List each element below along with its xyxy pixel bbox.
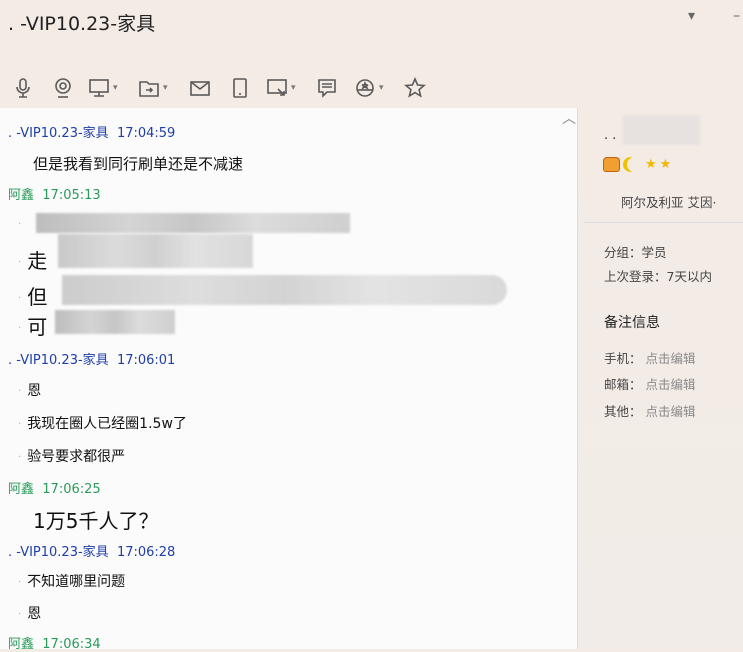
redacted-blur <box>55 310 175 334</box>
level-badges: ★ ★ <box>603 157 671 172</box>
message-header: . -VIP10.23-家具 17:06:28 <box>8 541 175 560</box>
message-bullet: · 我现在圈人已经圈1.5w了 <box>18 416 187 432</box>
edit-phone-link[interactable]: 点击编辑 <box>646 351 696 366</box>
crown-icon <box>603 157 620 172</box>
webcam-icon <box>55 78 71 98</box>
redacted-blur <box>58 234 253 268</box>
sender-name[interactable]: 阿鑫 <box>8 637 34 652</box>
timestamp: 17:06:28 <box>116 545 176 560</box>
app-button[interactable]: ▾ <box>354 76 384 100</box>
redacted-blur <box>62 275 507 305</box>
app-icon <box>356 79 374 97</box>
edit-email-link[interactable]: 点击编辑 <box>646 377 696 392</box>
message-note-icon <box>318 79 336 98</box>
message-text: 1万5千人了？ <box>33 509 159 533</box>
file-transfer-button[interactable]: ▾ <box>138 76 168 100</box>
divider <box>584 222 743 223</box>
collapse-button[interactable]: ︿ <box>562 108 576 128</box>
chevron-down-icon: ▾ <box>163 83 168 93</box>
sender-name[interactable]: . -VIP10.23-家具 <box>8 126 109 141</box>
timestamp: 17:06:25 <box>42 482 101 497</box>
edit-other-link[interactable]: 点击编辑 <box>646 404 696 419</box>
contact-location: 阿尔及利亚 艾因· <box>621 195 717 210</box>
timestamp: 17:06:34 <box>42 637 101 652</box>
star-icon: ★ <box>659 157 672 172</box>
sender-name[interactable]: . -VIP10.23-家具 <box>8 353 109 368</box>
dropdown-button[interactable]: ▾ <box>688 8 695 24</box>
sender-name[interactable]: 阿鑫 <box>8 482 34 497</box>
message-header: . -VIP10.23-家具 17:04:59 <box>8 122 175 141</box>
microphone-icon <box>16 78 30 98</box>
star-icon: ★ <box>645 157 657 172</box>
video-call-button[interactable] <box>52 76 74 100</box>
remote-desktop-button[interactable]: ▾ <box>266 76 296 100</box>
message-bullet: · 验号要求都很严 <box>18 449 126 465</box>
redacted-blur <box>622 115 700 145</box>
message-bullet: · 但 <box>18 285 48 309</box>
group-info: 分组：学员 <box>604 245 667 260</box>
chevron-down-icon: ▾ <box>291 83 296 93</box>
screen-share-icon <box>89 79 109 97</box>
minimize-button[interactable]: – <box>733 8 740 24</box>
mail-icon <box>190 81 210 96</box>
notes-title: 备注信息 <box>604 315 660 331</box>
message-bullet: · 可 <box>18 315 48 339</box>
mail-button[interactable] <box>189 76 211 100</box>
remote-desktop-icon <box>267 79 287 96</box>
message-header: 阿鑫 17:06:25 <box>8 478 101 497</box>
favorite-button[interactable] <box>404 76 426 100</box>
phone-icon <box>233 78 247 98</box>
last-login-info: 上次登录：7天以内 <box>604 269 712 284</box>
redacted-blur <box>36 213 350 233</box>
email-field: 邮箱： 点击编辑 <box>604 377 696 392</box>
message-header: . -VIP10.23-家具 17:06:01 <box>8 349 175 368</box>
other-field: 其他： 点击编辑 <box>604 404 696 419</box>
message-header: 阿鑫 17:05:13 <box>8 184 101 203</box>
window-title: . -VIP10.23-家具 <box>8 13 156 35</box>
timestamp: 17:05:13 <box>42 188 101 203</box>
message-bullet: · 恩 <box>18 383 42 399</box>
message-bullet: · 恩 <box>18 606 42 622</box>
screen-share-button[interactable]: ▾ <box>88 76 118 100</box>
timestamp: 17:04:59 <box>116 126 176 141</box>
sender-name[interactable]: 阿鑫 <box>8 188 34 203</box>
message-bullet: · 不知道哪里问题 <box>18 574 126 590</box>
moon-icon <box>627 157 642 172</box>
message-header: 阿鑫 17:06:34 <box>8 633 101 652</box>
message-bullet: · 走 <box>18 249 48 273</box>
chevron-down-icon: ▾ <box>113 83 118 93</box>
phone-field: 手机： 点击编辑 <box>604 351 696 366</box>
phone-button[interactable] <box>229 76 251 100</box>
timestamp: 17:06:01 <box>116 353 176 368</box>
voice-call-button[interactable] <box>12 76 34 100</box>
chevron-down-icon: ▾ <box>379 83 384 93</box>
contact-name: . . <box>604 128 617 143</box>
favorite-star-icon <box>404 77 426 98</box>
folder-icon <box>139 81 159 97</box>
message-text: 但是我看到同行刷单还是不减速 <box>33 155 244 173</box>
message-bullet: · <box>18 219 22 230</box>
message-note-button[interactable] <box>316 76 338 100</box>
sender-name[interactable]: . -VIP10.23-家具 <box>8 545 109 560</box>
